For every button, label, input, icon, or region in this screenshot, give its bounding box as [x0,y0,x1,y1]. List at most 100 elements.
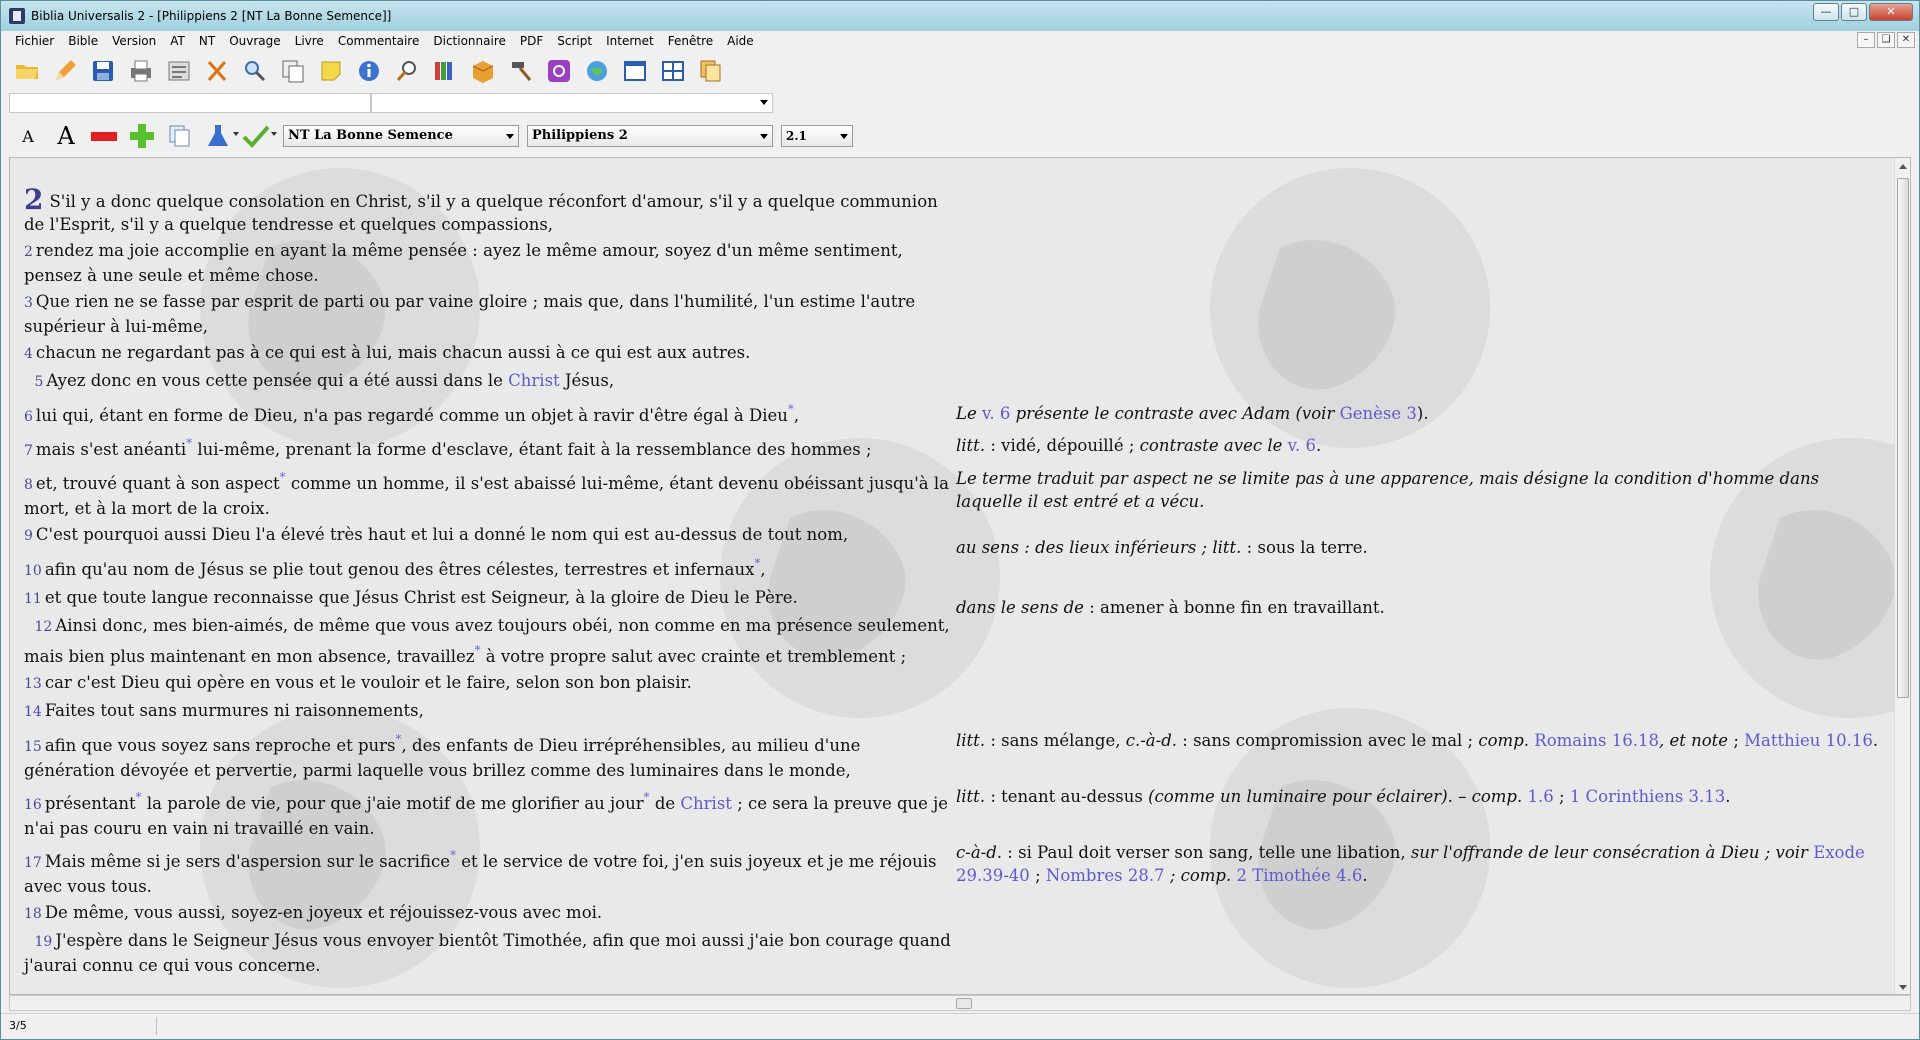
verse-5[interactable]: 5 Ayez donc en vous cette pensée qui a ét… [24,369,954,394]
menu-nt[interactable]: NT [195,34,219,48]
verse-18[interactable]: 18 De même, vous aussi, soyez-en joyeux e… [24,901,954,926]
verse-4[interactable]: 4 chacun ne regardant pas à ce qui est à … [24,341,954,366]
hscroll-thumb[interactable] [956,998,972,1009]
scroll-down-icon[interactable] [1899,985,1907,990]
verse-13[interactable]: 13 car c'est Dieu qui opère en vous et le… [24,671,954,696]
menu-internet[interactable]: Internet [602,34,658,48]
nombres-link[interactable]: Nombres 28.7 [1046,866,1165,885]
verse-ref-link[interactable]: v. 6 [1288,436,1316,455]
menu-ouvrage[interactable]: Ouvrage [225,34,284,48]
tile-icon[interactable] [655,54,691,88]
print-icon[interactable] [123,54,159,88]
horizontal-scrollbar[interactable] [9,995,1911,1011]
font-larger-icon[interactable]: A [47,120,85,152]
mdi-minimize-button[interactable]: – [1857,32,1875,48]
timothee-link[interactable]: 2 Timothée 4.6 [1237,866,1363,885]
title-bar[interactable]: Biblia Universalis 2 - [Philippiens 2 [N… [1,1,1919,31]
email-icon[interactable] [541,54,577,88]
cut-icon[interactable] [199,54,235,88]
menu-commentaire[interactable]: Commentaire [334,34,424,48]
checkmark-icon[interactable] [237,120,277,152]
menu-aide[interactable]: Aide [723,34,758,48]
hammer-icon[interactable] [503,54,539,88]
chevron-down-icon[interactable] [506,134,514,139]
menu-fenetre[interactable]: Fenêtre [664,34,717,48]
close-button[interactable]: ✕ [1869,3,1913,21]
maximize-button[interactable]: □ [1841,3,1867,21]
menu-bible[interactable]: Bible [64,34,102,48]
menu-fichier[interactable]: Fichier [11,34,58,48]
properties-icon[interactable] [161,54,197,88]
christ-link[interactable]: Christ [508,371,560,390]
remove-icon[interactable] [85,120,123,152]
verse-7[interactable]: 7 mais s'est anéanti* lui-même, prenant l… [24,432,954,463]
menu-version[interactable]: Version [108,34,160,48]
romains-link[interactable]: Romains 16.18 [1534,731,1659,750]
verse-3[interactable]: 3 Que rien ne se fasse par esprit de part… [24,290,954,338]
verse-10[interactable]: 10 afin qu'au nom de Jésus se plie tout g… [24,552,954,583]
reading-pane[interactable]: 2 S'il y a donc quelque consolation en Ch… [9,157,1911,995]
mdi-restore-button[interactable]: ❏ [1877,32,1895,48]
chevron-down-icon[interactable] [840,134,848,139]
verse-19[interactable]: 19 J'espère dans le Seigneur Jésus vous e… [24,929,954,977]
genese-link[interactable]: Genèse 3 [1340,404,1417,423]
footnote-marker[interactable]: * [136,790,142,804]
version-select[interactable]: NT La Bonne Semence [283,125,519,147]
flask-icon[interactable] [199,120,239,152]
verse-15[interactable]: 15 afin que vous soyez sans reproche et p… [24,728,954,782]
verse-1[interactable]: 2 S'il y a donc quelque consolation en Ch… [24,186,954,236]
add-icon[interactable] [123,120,161,152]
window-icon[interactable] [617,54,653,88]
info-icon[interactable] [351,54,387,88]
verse-12[interactable]: 12 Ainsi donc, mes bien-aimés, de même qu… [24,614,954,668]
verse-2[interactable]: 2 rendez ma joie accomplie en ayant la mê… [24,239,954,287]
save-icon[interactable] [85,54,121,88]
footnote-marker[interactable]: * [475,643,481,657]
menu-script[interactable]: Script [553,34,596,48]
chevron-down-icon[interactable] [760,100,768,105]
copy-pages-icon[interactable] [275,54,311,88]
book-select[interactable]: Philippiens 2 [527,125,773,147]
package-icon[interactable] [465,54,501,88]
mdi-close-button[interactable]: ✕ [1897,32,1915,48]
search-combo[interactable] [371,93,773,113]
verse-ref-link[interactable]: 1.6 [1528,787,1554,806]
verse-11[interactable]: 11 et que toute langue reconnaisse que Jé… [24,586,954,611]
font-smaller-icon[interactable]: A [9,120,47,152]
verse-14[interactable]: 14 Faites tout sans murmures ni raisonnem… [24,699,954,724]
minimize-button[interactable]: — [1813,3,1839,21]
note-icon[interactable] [313,54,349,88]
christ-link[interactable]: Christ [680,794,732,813]
app-icon[interactable] [9,8,25,24]
copy-icon[interactable] [161,120,199,152]
corinthiens-link[interactable]: 1 Corinthiens 3.13 [1570,787,1725,806]
footnote-marker[interactable]: * [644,790,650,804]
menu-at[interactable]: AT [166,34,189,48]
footnote-marker[interactable]: * [450,848,456,862]
verse-select[interactable]: 2.1 [781,125,853,147]
verse-8[interactable]: 8 et, trouvé quant à son aspect* comme un… [24,466,954,520]
verse-ref-link[interactable]: v. 6 [982,404,1010,423]
chevron-down-icon[interactable] [760,134,768,139]
open-folder-icon[interactable] [9,54,45,88]
library-icon[interactable] [427,54,463,88]
search-input[interactable] [9,93,371,113]
footnote-marker[interactable]: * [186,436,192,450]
menu-pdf[interactable]: PDF [516,34,547,48]
scroll-up-icon[interactable] [1899,164,1907,169]
verse-16[interactable]: 16 présentant* la parole de vie, pour que… [24,786,954,840]
scroll-thumb[interactable] [1897,178,1909,698]
vertical-scrollbar[interactable] [1894,158,1910,994]
matthieu-link[interactable]: Matthieu 10.16 [1744,731,1873,750]
globe-icon[interactable] [579,54,615,88]
zoom-icon[interactable] [389,54,425,88]
verse-17[interactable]: 17 Mais même si je sers d'aspersion sur l… [24,844,954,898]
pencil-icon[interactable] [47,54,83,88]
verse-6[interactable]: 6 lui qui, étant en forme de Dieu, n'a pa… [24,398,954,429]
search-icon[interactable] [237,54,273,88]
footnote-marker[interactable]: * [280,470,286,484]
menu-dictionnaire[interactable]: Dictionnaire [429,34,510,48]
verse-9[interactable]: 9 C'est pourquoi aussi Dieu l'a élevé trè… [24,523,954,548]
menu-livre[interactable]: Livre [291,34,328,48]
stack-icon[interactable] [693,54,729,88]
